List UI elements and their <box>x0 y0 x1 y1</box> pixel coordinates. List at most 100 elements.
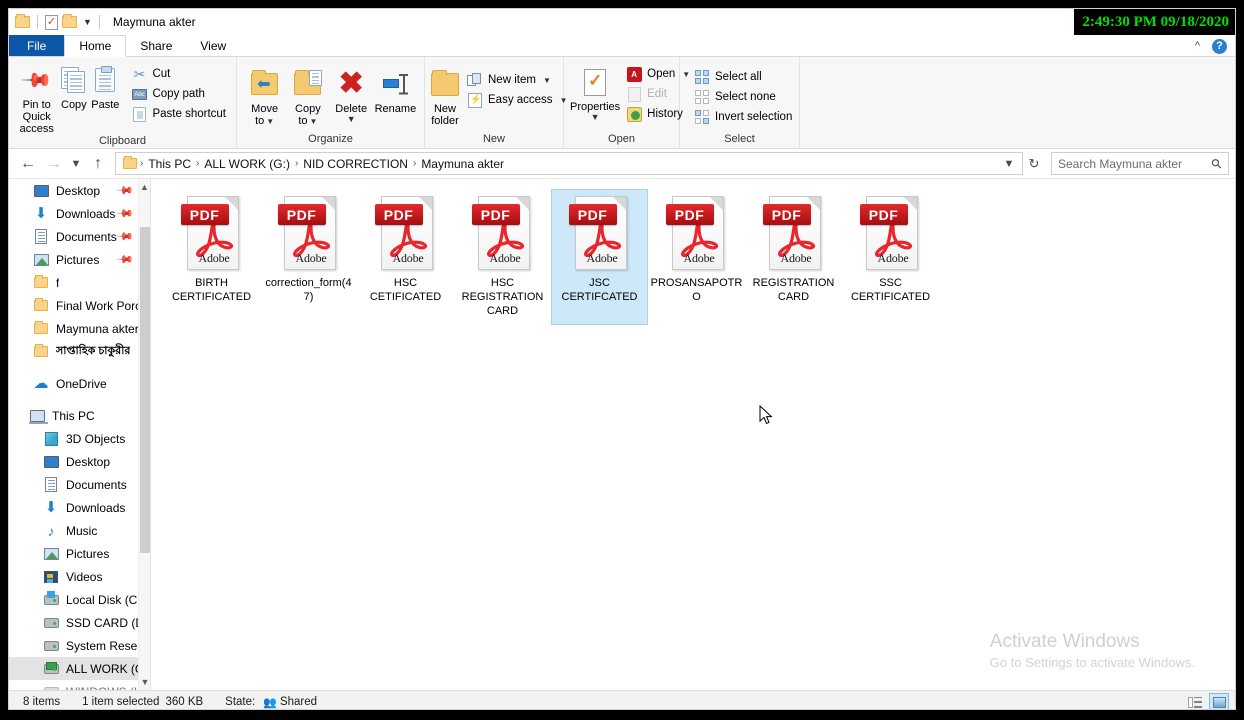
refresh-icon[interactable]: ↻ <box>1023 151 1045 177</box>
recent-locations-icon[interactable]: ▼ <box>67 151 85 177</box>
address-dropdown-icon[interactable]: ▼ <box>1000 153 1018 174</box>
tab-home[interactable]: Home <box>64 35 127 57</box>
quick-access-toolbar[interactable]: ✓ ▼ <box>9 14 103 30</box>
easy-access-button[interactable]: Easy access ▼ <box>463 91 571 109</box>
back-arrow-icon[interactable]: ← <box>15 151 41 177</box>
sidebar-scrollbar[interactable]: ▲ ▼ <box>138 179 150 690</box>
copy-to-label-line1: Copy <box>295 103 321 115</box>
file-item-hsc-cetificated[interactable]: Adobe PDF HSC CETIFICATED <box>357 189 454 325</box>
pin-to-quick-access-button[interactable]: 📌 Pin to Quick access <box>15 61 58 135</box>
properties-button[interactable]: Properties ▼ <box>570 63 620 123</box>
breadcrumb-item-all-work[interactable]: ALL WORK (G:) <box>200 157 294 171</box>
copy-to-button[interactable]: Copy to ▼ <box>286 65 329 128</box>
file-item-birth-certificated[interactable]: Adobe PDF BIRTH CERTIFICATED <box>163 189 260 325</box>
paste-label: Paste <box>91 99 120 111</box>
details-view-button[interactable] <box>1185 693 1205 709</box>
paste-button[interactable]: Paste <box>89 61 121 111</box>
sidebar-item-downloads[interactable]: ⬇ Downloads 📌 <box>9 202 150 225</box>
sidebar-item-local-disk-c[interactable]: Local Disk (C:) <box>9 588 150 611</box>
sidebar-item-downloads-pc[interactable]: ⬇ Downloads <box>9 496 150 519</box>
pin-icon: 📌 <box>115 181 134 200</box>
file-name-label: REGISTRATION CARD <box>752 277 835 303</box>
cut-button[interactable]: ✂ Cut <box>127 65 230 83</box>
desktop-icon <box>33 183 49 199</box>
new-folder-button[interactable]: New folder <box>431 65 459 127</box>
sidebar-item-ssd-card-d[interactable]: SSD CARD (D:) <box>9 611 150 634</box>
sidebar-item-documents-pc[interactable]: Documents <box>9 473 150 496</box>
scrollbar-thumb[interactable] <box>140 227 150 553</box>
folder-icon <box>33 344 49 360</box>
file-list-pane[interactable]: Adobe PDF BIRTH CERTIFICATED Adobe PDF c… <box>151 179 1235 690</box>
sidebar-item-bengali-folder[interactable]: সাপ্তাহিক চাকুরীর <box>9 340 150 363</box>
sidebar-item-this-pc[interactable]: This PC <box>9 404 150 427</box>
file-item-prosansapotro[interactable]: Adobe PDF PROSANSAPOTRO <box>648 189 745 325</box>
up-arrow-icon[interactable]: ↑ <box>85 151 111 177</box>
breadcrumb[interactable]: › This PC › ALL WORK (G:) › NID CORRECTI… <box>115 152 1023 175</box>
folder-icon[interactable] <box>15 14 30 28</box>
chevron-down-icon[interactable]: ▼ <box>83 17 92 27</box>
sidebar-item-desktop[interactable]: Desktop 📌 <box>9 179 150 202</box>
copy-to-icon <box>294 68 323 100</box>
select-all-button[interactable]: Select all <box>690 68 796 86</box>
file-item-hsc-registration-card[interactable]: Adobe PDF HSC REGISTRATION CARD <box>454 189 551 325</box>
sidebar-item-windows-l[interactable]: WINDOWS (L:) <box>9 680 150 690</box>
delete-x-icon: ✖ <box>338 67 364 100</box>
sidebar-item-pictures-pc[interactable]: Pictures <box>9 542 150 565</box>
file-item-jsc-certifcated[interactable]: Adobe PDF JSC CERTIFCATED <box>551 189 648 325</box>
chevron-up-icon[interactable]: ▲ <box>139 179 150 195</box>
sidebar-item-final-work-porch[interactable]: Final Work Porch <box>9 294 150 317</box>
chevron-down-icon[interactable]: ▼ <box>543 76 551 85</box>
sidebar-item-f[interactable]: f <box>9 271 150 294</box>
large-icons-view-button[interactable] <box>1209 693 1229 709</box>
sidebar-item-documents[interactable]: Documents 📌 <box>9 225 150 248</box>
new-folder-label-line2: folder <box>431 115 459 127</box>
paste-shortcut-icon <box>131 106 147 122</box>
paste-shortcut-button[interactable]: Paste shortcut <box>127 105 230 123</box>
delete-button[interactable]: ✖ Delete ▼ <box>330 65 373 125</box>
breadcrumb-item-maymuna-akter[interactable]: Maymuna akter <box>417 157 508 171</box>
large-icons-view-icon <box>1212 696 1226 708</box>
sidebar-item-label: সাপ্তাহিক চাকুরীর <box>56 345 131 357</box>
search-input[interactable]: Search Maymuna akter ⚲ <box>1051 152 1229 175</box>
sidebar-item-videos[interactable]: Videos <box>9 565 150 588</box>
properties-check-icon[interactable]: ✓ <box>45 14 58 30</box>
breadcrumb-item-nid-correction[interactable]: NID CORRECTION <box>299 157 412 171</box>
caret-up-icon[interactable]: ^ <box>1195 40 1200 52</box>
invert-selection-button[interactable]: Invert selection <box>690 108 796 126</box>
sidebar-item-onedrive[interactable]: ☁ OneDrive <box>9 372 150 395</box>
sidebar-item-all-work-g[interactable]: ALL WORK (G:) <box>9 657 150 680</box>
tab-share[interactable]: Share <box>126 35 186 56</box>
sidebar-item-label: Desktop <box>56 183 101 198</box>
sidebar-item-label: OneDrive <box>56 376 107 391</box>
search-placeholder: Search Maymuna akter <box>1058 156 1183 171</box>
new-folder-icon[interactable] <box>62 14 77 28</box>
file-item-registration-card[interactable]: Adobe PDF REGISTRATION CARD <box>745 189 842 325</box>
sidebar-item-pictures[interactable]: Pictures 📌 <box>9 248 150 271</box>
new-item-button[interactable]: New item ▼ <box>463 71 571 89</box>
breadcrumb-item-this-pc[interactable]: This PC <box>144 157 195 171</box>
copy-button[interactable]: Copy <box>58 61 89 111</box>
file-item-correction-form-47[interactable]: Adobe PDF correction_form(47) <box>260 189 357 325</box>
sidebar-item-maymuna-akter[interactable]: Maymuna akter <box>9 317 150 340</box>
activate-windows-watermark: Activate Windows Go to Settings to activ… <box>990 630 1195 672</box>
window-title: Maymuna akter <box>112 15 196 29</box>
sidebar-item-system-reserved[interactable]: System Reserved <box>9 634 150 657</box>
chevron-down-icon[interactable]: ▼ <box>139 674 150 690</box>
sidebar-item-music[interactable]: ♪ Music <box>9 519 150 542</box>
move-to-button[interactable]: ⬅ Move to ▼ <box>243 65 286 128</box>
state-value-label: Shared <box>279 696 318 708</box>
tab-file[interactable]: File <box>9 35 65 56</box>
copy-path-button[interactable]: Abc Copy path <box>127 85 230 103</box>
help-icon[interactable]: ? <box>1212 38 1227 54</box>
ribbon-tabs: File Home Share View ^ ? <box>9 35 1235 57</box>
select-none-button[interactable]: Select none <box>690 88 796 106</box>
rename-button[interactable]: Rename <box>373 65 418 115</box>
sidebar-item-desktop-pc[interactable]: Desktop <box>9 450 150 473</box>
file-item-ssc-certificated[interactable]: Adobe PDF SSC CERTIFICATED <box>842 189 939 325</box>
tab-view[interactable]: View <box>186 35 240 56</box>
forward-arrow-icon[interactable]: → <box>41 151 67 177</box>
sidebar-item-3d-objects[interactable]: 3D Objects <box>9 427 150 450</box>
ribbon-group-clipboard: 📌 Pin to Quick access Copy Paste ✂ Cut A… <box>9 57 237 148</box>
navigation-pane[interactable]: Desktop 📌 ⬇ Downloads 📌 Documents 📌 Pict… <box>9 179 151 690</box>
view-toggle-group[interactable] <box>1185 693 1229 709</box>
